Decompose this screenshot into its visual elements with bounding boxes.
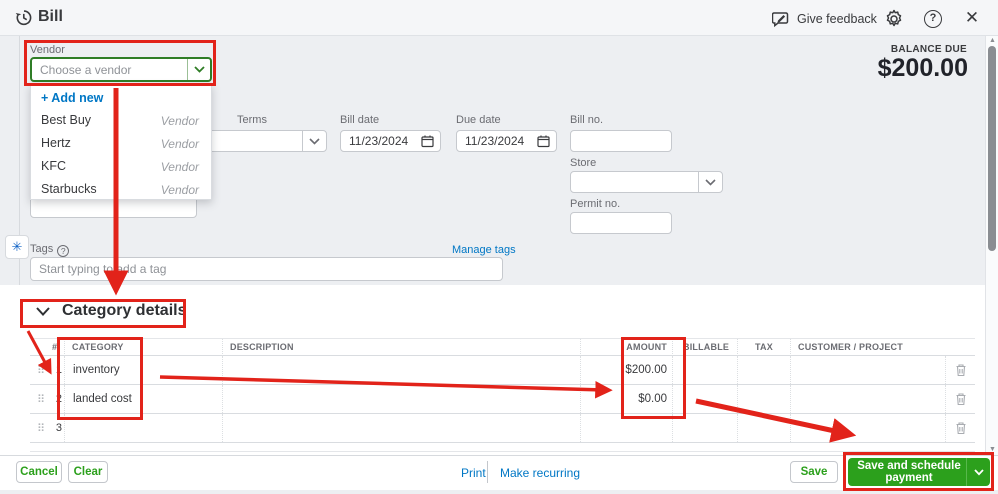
save-and-schedule-payment-button[interactable]: Save and schedule payment [848,458,990,486]
chevron-down-icon[interactable] [698,172,722,192]
customer-project-cell[interactable] [790,356,945,384]
tax-cell[interactable] [737,385,790,413]
footer-divider [487,461,488,483]
bill-no-label: Bill no. [570,114,604,126]
help-icon[interactable]: ? [924,10,942,28]
vertical-scrollbar[interactable]: ▲ ▼ [985,36,998,455]
scroll-down-icon[interactable]: ▼ [986,446,998,453]
table-row[interactable]: ⠿ 1 inventory $200.00 [30,356,975,385]
delete-row-icon[interactable] [945,356,975,384]
category-cell[interactable]: inventory [64,356,222,384]
chevron-down-icon[interactable] [966,458,990,486]
give-feedback-button[interactable]: Give feedback [772,9,877,29]
give-feedback-label: Give feedback [797,12,877,26]
manage-tags-link[interactable]: Manage tags [452,244,516,256]
scroll-up-icon[interactable]: ▲ [986,37,998,44]
vendor-dropdown-panel: + Add new Best Buy Vendor Hertz Vendor K… [30,84,212,200]
chevron-down-icon[interactable] [302,131,326,151]
row-number: 1 [55,364,62,376]
chevron-down-icon[interactable] [36,306,50,316]
recent-transactions-icon[interactable] [14,8,33,27]
page-title: Bill [38,8,63,25]
table-row[interactable]: ⠿ 2 landed cost $0.00 [30,385,975,414]
bill-no-field[interactable] [570,130,672,152]
clear-button[interactable]: Clear [68,461,108,483]
cancel-button[interactable]: Cancel [16,461,62,483]
window-header: Bill Give feedback ? ✕ [0,0,998,36]
billable-cell[interactable] [672,385,737,413]
permit-no-label: Permit no. [570,198,621,210]
row-number: 2 [55,393,62,405]
vendor-placeholder: Choose a vendor [40,63,132,77]
delete-row-icon[interactable] [945,385,975,413]
balance-due-amount: $200.00 [877,54,968,82]
tags-help-icon[interactable]: ? [57,245,70,257]
col-description: DESCRIPTION [222,339,580,356]
permit-no-field[interactable] [570,212,672,234]
category-details-header[interactable]: Category details [36,302,186,320]
amount-cell[interactable]: $0.00 [580,385,672,413]
amount-cell[interactable]: $200.00 [580,356,672,384]
tags-label: Tags? [30,243,70,257]
billable-cell[interactable] [672,356,737,384]
vendor-select[interactable]: Choose a vendor [30,57,212,82]
col-number: # [52,342,58,352]
calendar-icon[interactable] [537,135,550,148]
chevron-down-icon[interactable] [187,59,210,80]
bill-date-label: Bill date [340,114,380,126]
bill-form-window: Bill Give feedback ? ✕ ▲ ▼ BALANCE DUE $… [0,0,998,494]
delete-row-icon[interactable] [945,414,975,442]
drag-handle-icon[interactable]: ⠿ [30,356,52,384]
row-number: 3 [55,422,62,434]
scrollbar-thumb[interactable] [988,46,996,251]
tax-cell[interactable] [737,356,790,384]
gear-icon[interactable] [884,9,904,29]
line-items-table: # CATEGORY DESCRIPTION AMOUNT BILLABLE T… [30,338,975,443]
drag-handle-icon[interactable]: ⠿ [30,414,52,442]
col-tax: TAX [737,339,790,356]
bill-date-field[interactable] [340,130,441,152]
table-row[interactable]: ⠿ 3 [30,414,975,443]
save-button[interactable]: Save [790,461,838,483]
table-header-row: # CATEGORY DESCRIPTION AMOUNT BILLABLE T… [30,338,975,356]
description-cell[interactable] [222,356,580,384]
category-details-title: Category details [62,302,187,319]
tax-cell[interactable] [737,414,790,442]
category-cell[interactable] [64,414,222,442]
feedback-icon [772,11,789,27]
due-date-field[interactable] [456,130,557,152]
customer-project-cell[interactable] [790,414,945,442]
close-icon[interactable]: ✕ [962,8,982,28]
table-bottom-border [30,442,975,452]
store-select[interactable] [570,171,723,193]
amount-cell[interactable] [580,414,672,442]
col-customer-project: CUSTOMER / PROJECT [790,339,945,356]
make-recurring-link[interactable]: Make recurring [500,466,580,480]
drag-handle-icon[interactable]: ⠿ [30,385,52,413]
store-label: Store [570,157,597,169]
category-cell[interactable]: landed cost [64,385,222,413]
terms-select[interactable] [205,130,327,152]
description-cell[interactable] [222,414,580,442]
print-link[interactable]: Print [461,466,486,480]
due-date-label: Due date [456,114,501,126]
col-amount: AMOUNT [580,339,672,356]
calendar-icon[interactable] [421,135,434,148]
assistant-sparkle-icon[interactable]: ✳ [5,235,29,259]
terms-label: Terms [237,114,267,126]
description-cell[interactable] [222,385,580,413]
tags-input[interactable] [30,257,503,281]
col-category: CATEGORY [64,339,222,356]
add-new-vendor-option[interactable]: + Add new [41,91,103,105]
vendor-label: Vendor [30,44,65,56]
billable-cell[interactable] [672,414,737,442]
customer-project-cell[interactable] [790,385,945,413]
col-billable: BILLABLE [672,339,737,356]
